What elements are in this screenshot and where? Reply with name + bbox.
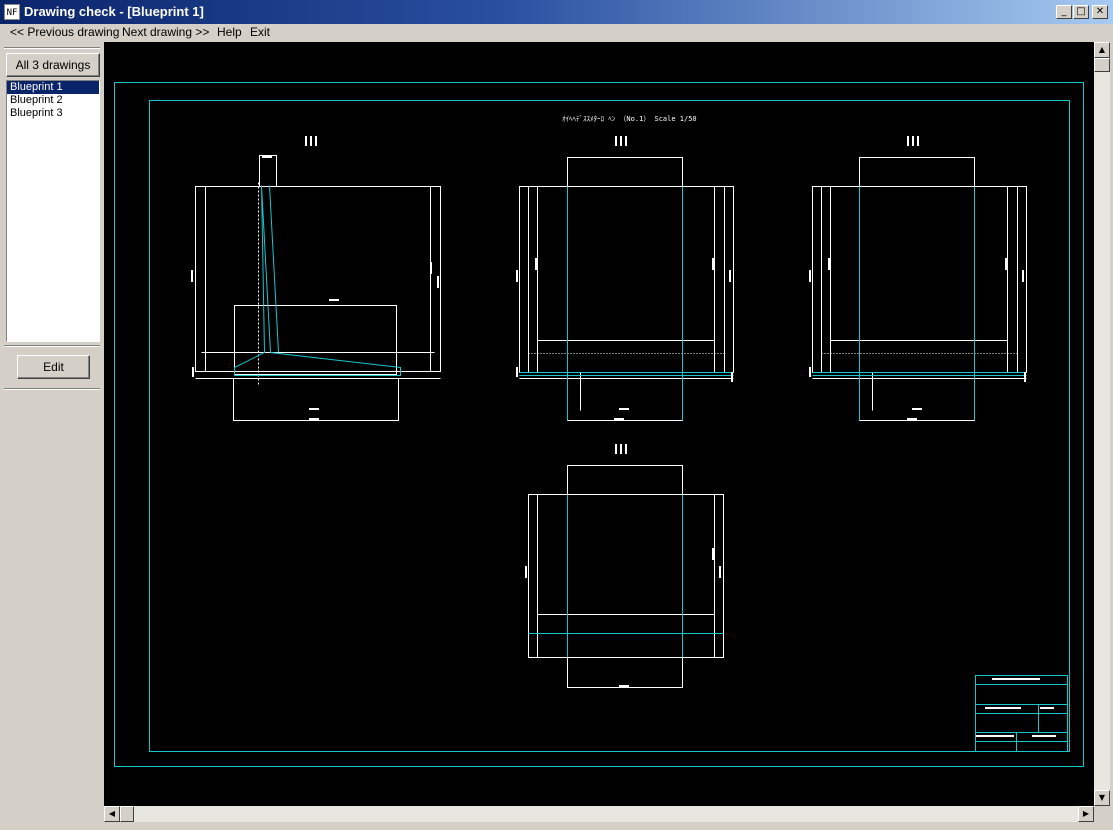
inner-frame — [149, 100, 1070, 752]
all-drawings-button[interactable]: All 3 drawings — [6, 53, 100, 77]
sidebar-divider-top — [4, 47, 100, 49]
sidebar-divider-bottom — [4, 388, 100, 390]
dimension-marks — [191, 136, 1026, 687]
list-item-blueprint-1[interactable]: Blueprint 1 — [7, 81, 99, 94]
scrollbar-corner — [1094, 806, 1110, 822]
scroll-up-button[interactable]: ▲ — [1094, 42, 1110, 58]
window-title: Drawing check - [Blueprint 1] — [24, 4, 204, 19]
view-section — [195, 155, 441, 421]
menu-next-drawing[interactable]: Next drawing >> — [122, 25, 209, 39]
view-side — [812, 157, 1027, 421]
sidebar-divider-middle — [4, 345, 100, 347]
title-block-text-marks — [976, 678, 1056, 737]
scroll-left-button[interactable]: ◀ — [104, 806, 120, 822]
view-side-cyan — [812, 186, 1027, 421]
menu-help[interactable]: Help — [217, 25, 242, 39]
maximize-button[interactable]: □ — [1073, 5, 1089, 19]
menu-exit[interactable]: Exit — [250, 25, 270, 39]
horizontal-scrollbar[interactable]: ◀ ▶ — [104, 806, 1094, 822]
list-item-blueprint-3[interactable]: Blueprint 3 — [7, 107, 99, 120]
view-plan-cyan — [528, 494, 724, 658]
view-front-cyan — [519, 186, 734, 421]
view-section-cyan — [234, 185, 401, 376]
view-plan — [528, 465, 724, 688]
edit-button[interactable]: Edit — [17, 355, 90, 379]
title-bar: NF Drawing check - [Blueprint 1] _ □ ✕ — [0, 0, 1113, 24]
close-button[interactable]: ✕ — [1092, 5, 1108, 19]
view-front — [519, 157, 734, 421]
vertical-scroll-thumb[interactable] — [1094, 58, 1110, 72]
title-block — [975, 675, 1068, 752]
vertical-scrollbar[interactable]: ▲ ▼ — [1094, 42, 1110, 806]
menu-previous-drawing[interactable]: << Previous drawing — [10, 25, 119, 39]
drawing-heading: ｵｲﾍﾍﾃﾞｽｽﾒﾀｰﾛ ﾍﾝ （No.1） Scale 1/50 — [562, 115, 697, 123]
list-item-blueprint-2[interactable]: Blueprint 2 — [7, 94, 99, 107]
app-icon: NF — [4, 4, 20, 20]
sidebar: All 3 drawings Blueprint 1 Blueprint 2 B… — [0, 42, 104, 830]
scroll-right-button[interactable]: ▶ — [1078, 806, 1094, 822]
drawing-canvas[interactable]: ｵｲﾍﾍﾃﾞｽｽﾒﾀｰﾛ ﾍﾝ （No.1） Scale 1/50 — [104, 42, 1094, 806]
menu-bar: << Previous drawing Next drawing >> Help… — [0, 24, 1113, 42]
minimize-button[interactable]: _ — [1056, 5, 1072, 19]
blueprint-drawing: ｵｲﾍﾍﾃﾞｽｽﾒﾀｰﾛ ﾍﾝ （No.1） Scale 1/50 — [114, 82, 1084, 767]
drawing-list[interactable]: Blueprint 1 Blueprint 2 Blueprint 3 — [6, 80, 100, 342]
scroll-down-button[interactable]: ▼ — [1094, 790, 1110, 806]
horizontal-scroll-thumb[interactable] — [120, 806, 134, 822]
